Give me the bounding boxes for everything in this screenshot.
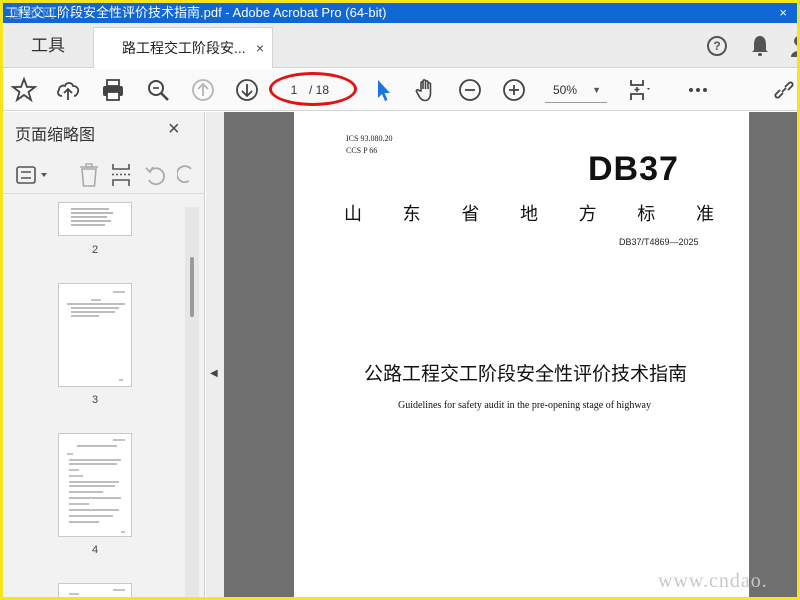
person-icon[interactable] xyxy=(789,33,797,59)
total-pages: / 18 xyxy=(309,83,330,97)
options-menu-icon[interactable] xyxy=(15,162,51,188)
thumbnail-panel: 页面缩略图 × 2 3 4 xyxy=(3,112,205,597)
standard-type-char: 山 xyxy=(344,204,362,225)
ics-ccs-codes: ICS 93.080.20 CCS P 66 xyxy=(346,133,392,157)
standard-type: 山 东 省 地 方 标 准 xyxy=(344,200,714,226)
zoom-out-icon[interactable] xyxy=(457,77,483,103)
standard-type-char: 标 xyxy=(637,204,656,225)
app-window: 工程交工阶段安全性评价技术指南.pdf - Adobe Acrobat Pro … xyxy=(3,3,797,597)
ics-code: ICS 93.080.20 xyxy=(346,134,393,143)
bell-icon[interactable] xyxy=(751,35,769,57)
select-cursor-icon[interactable] xyxy=(371,77,397,103)
document-title-en: Guidelines for safety audit in the pre-o… xyxy=(398,400,651,411)
ccs-code: CCS P 66 xyxy=(346,146,378,155)
page-navigator: / 18 xyxy=(281,77,351,103)
standard-code: DB37 xyxy=(588,150,679,188)
thumbnail-content xyxy=(67,439,125,533)
hand-icon[interactable] xyxy=(413,77,439,103)
print-icon[interactable] xyxy=(100,77,126,103)
delete-page-icon[interactable] xyxy=(78,162,100,188)
thumbnail-label: 2 xyxy=(91,244,99,256)
thumbnail-label: 4 xyxy=(91,544,99,556)
tab-document[interactable]: 路工程交工阶段安... × xyxy=(93,27,273,68)
upload-cloud-icon[interactable] xyxy=(55,77,81,103)
current-page-input[interactable] xyxy=(281,80,307,100)
standard-type-char: 东 xyxy=(402,204,421,225)
thumbnail-list: 2 3 4 xyxy=(3,202,183,597)
site-watermark: www.cndao. xyxy=(658,570,768,592)
close-panel-button[interactable]: × xyxy=(168,118,180,141)
thumbnail-page-2[interactable] xyxy=(58,202,132,236)
thumbnail-page-4[interactable] xyxy=(58,433,132,537)
zoom-in-icon[interactable] xyxy=(501,77,527,103)
insert-page-icon[interactable] xyxy=(109,162,133,188)
tab-document-label: 路工程交工阶段安... xyxy=(122,40,246,56)
page-down-icon[interactable] xyxy=(234,77,260,103)
link-icon[interactable] xyxy=(771,77,797,103)
document-view[interactable]: ICS 93.080.20 CCS P 66 DB37 山 东 省 地 方 标 … xyxy=(224,112,797,597)
thumbnail-content xyxy=(71,208,113,226)
zoom-value: 50% xyxy=(553,83,578,97)
standard-type-char: 准 xyxy=(695,204,714,225)
thumbnail-label: 3 xyxy=(91,394,99,406)
tab-tools[interactable]: 工具 xyxy=(3,23,93,68)
pdf-page: ICS 93.080.20 CCS P 66 DB37 山 东 省 地 方 标 … xyxy=(294,112,749,597)
thumbnail-content xyxy=(67,291,125,381)
chevron-down-icon: ▼ xyxy=(592,85,601,95)
thumbnail-content xyxy=(69,589,125,595)
tab-close-button[interactable]: × xyxy=(256,28,264,68)
help-icon[interactable]: ? xyxy=(707,36,727,56)
document-title-cn: 公路工程交工阶段安全性评价技术指南 xyxy=(364,363,688,385)
thumbnail-panel-title: 页面缩略图 xyxy=(15,127,96,144)
logo-watermark: 道 桥 网 xyxy=(9,6,56,21)
collapse-arrow-icon[interactable]: ◀ xyxy=(210,368,218,379)
tab-bar: 工具 路工程交工阶段安... × ? xyxy=(3,23,797,68)
rotate-right-icon[interactable] xyxy=(177,162,197,188)
page-fit-icon[interactable] xyxy=(627,77,653,103)
thumbnail-scrollbar[interactable] xyxy=(185,207,199,597)
standard-type-char: 方 xyxy=(578,204,597,225)
star-icon[interactable] xyxy=(10,76,38,103)
standard-type-char: 省 xyxy=(461,204,480,225)
window-title: 工程交工阶段安全性评价技术指南.pdf - Adobe Acrobat Pro … xyxy=(5,5,387,20)
more-icon[interactable] xyxy=(685,77,711,103)
title-bar: 工程交工阶段安全性评价技术指南.pdf - Adobe Acrobat Pro … xyxy=(3,3,797,23)
rotate-left-icon[interactable] xyxy=(143,162,167,188)
thumbnail-page-3[interactable] xyxy=(58,283,132,387)
standard-number: DB37/T4869—2025 xyxy=(619,237,699,247)
window-close-button[interactable]: × xyxy=(779,3,787,23)
main-toolbar: / 18 50% ▼ xyxy=(3,69,797,111)
scrollbar-thumb[interactable] xyxy=(190,257,194,317)
zoom-select[interactable]: 50% ▼ xyxy=(545,77,607,103)
page-up-icon[interactable] xyxy=(190,77,216,103)
panel-collapse-strip[interactable]: ◀ xyxy=(206,112,224,597)
thumbnail-tools xyxy=(3,154,205,194)
zoom-search-icon[interactable] xyxy=(145,77,171,103)
standard-type-char: 地 xyxy=(519,204,538,225)
thumbnail-page-5[interactable] xyxy=(58,583,132,597)
